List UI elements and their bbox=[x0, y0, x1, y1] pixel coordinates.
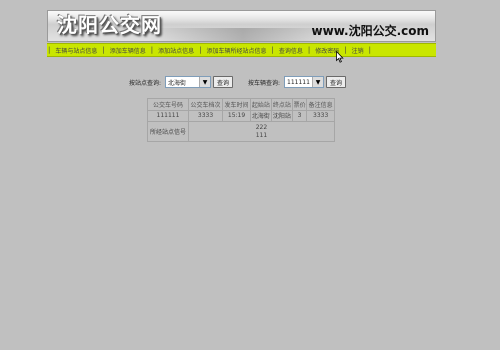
column-header: 起始站 bbox=[249, 98, 272, 111]
banner-decoration bbox=[148, 28, 338, 41]
nav-query[interactable]: 查询信息 bbox=[275, 44, 307, 56]
station-select[interactable]: 北海街 ▼ bbox=[165, 76, 212, 88]
nav-add-station[interactable]: 添加站点信息 bbox=[154, 44, 198, 56]
vehicle-select-value: 111111 bbox=[287, 78, 310, 86]
nav-add-vehicle-stations[interactable]: 添加车辆所经站点信息 bbox=[202, 44, 270, 56]
nav-label: 查询信息 bbox=[278, 47, 303, 55]
site-banner: 沈阳公交网 www.沈阳公交.com bbox=[47, 10, 436, 42]
table-cell: 111111 bbox=[147, 109, 189, 123]
station-select-value: 北海街 bbox=[168, 79, 187, 87]
column-header: 备注信息 bbox=[306, 98, 335, 111]
table-cell: 3333 bbox=[187, 109, 224, 123]
station-item: 222 bbox=[255, 123, 268, 131]
table-cell: 北海街 bbox=[249, 109, 272, 123]
site-url: www.沈阳公交.com bbox=[311, 24, 429, 38]
nav-logout[interactable]: 注销 bbox=[348, 44, 368, 56]
nav-vehicle-station-info[interactable]: 车辆与站点信息 bbox=[51, 44, 101, 56]
table-cell: 3333 bbox=[306, 109, 335, 123]
nav-label: 添加车辆信息 bbox=[109, 47, 146, 55]
table-cell: 15:19 bbox=[222, 109, 251, 123]
column-header: 发车时间 bbox=[222, 98, 251, 111]
chevron-down-icon: ▼ bbox=[312, 77, 324, 87]
stations-row: 所经站点信号 222 111 bbox=[147, 121, 336, 142]
column-header: 公交车号码 bbox=[147, 98, 189, 111]
table-cell: 3 bbox=[291, 109, 308, 123]
station-query-form: 按站点查询: 北海街 ▼ 查询 bbox=[129, 75, 234, 89]
vehicle-select[interactable]: 111111 ▼ bbox=[284, 76, 325, 88]
vehicle-query-form: 按车辆查询: 111111 ▼ 查询 bbox=[248, 75, 347, 89]
nav-separator: | bbox=[368, 46, 371, 54]
stations-label: 所经站点信号 bbox=[147, 121, 189, 142]
nav-bar: | 车辆与站点信息 | 添加车辆信息 | 添加站点信息 | 添加车辆所经站点信息… bbox=[47, 43, 436, 57]
nav-label: 添加车辆所经站点信息 bbox=[206, 47, 267, 55]
station-query-label: 按站点查询: bbox=[129, 79, 162, 87]
column-header: 票价 bbox=[291, 98, 308, 111]
nav-label: 注销 bbox=[351, 47, 364, 55]
nav-add-vehicle[interactable]: 添加车辆信息 bbox=[106, 44, 150, 56]
vehicle-query-button[interactable]: 查询 bbox=[326, 76, 347, 88]
table-row: 111111 3333 15:19 北海街 沈阳站 3 3333 bbox=[147, 109, 335, 123]
chevron-down-icon: ▼ bbox=[199, 77, 211, 87]
nav-label: 车辆与站点信息 bbox=[55, 47, 98, 55]
column-header: 公交车档次 bbox=[187, 98, 224, 111]
station-item: 111 bbox=[255, 131, 268, 139]
vehicle-query-label: 按车辆查询: bbox=[248, 79, 281, 87]
nav-label: 添加站点信息 bbox=[158, 47, 195, 55]
result-table: 公交车号码 公交车档次 发车时间 起始站 终点站 票价 备注信息 111111 … bbox=[147, 98, 336, 142]
column-header: 终点站 bbox=[270, 98, 293, 111]
mouse-cursor-icon bbox=[336, 51, 344, 63]
stations-list: 222 111 bbox=[187, 121, 336, 142]
site-logo: 沈阳公交网 bbox=[57, 13, 162, 37]
table-cell: 沈阳站 bbox=[270, 109, 293, 123]
station-query-button[interactable]: 查询 bbox=[213, 76, 234, 88]
table-header-row: 公交车号码 公交车档次 发车时间 起始站 终点站 票价 备注信息 bbox=[147, 98, 335, 111]
